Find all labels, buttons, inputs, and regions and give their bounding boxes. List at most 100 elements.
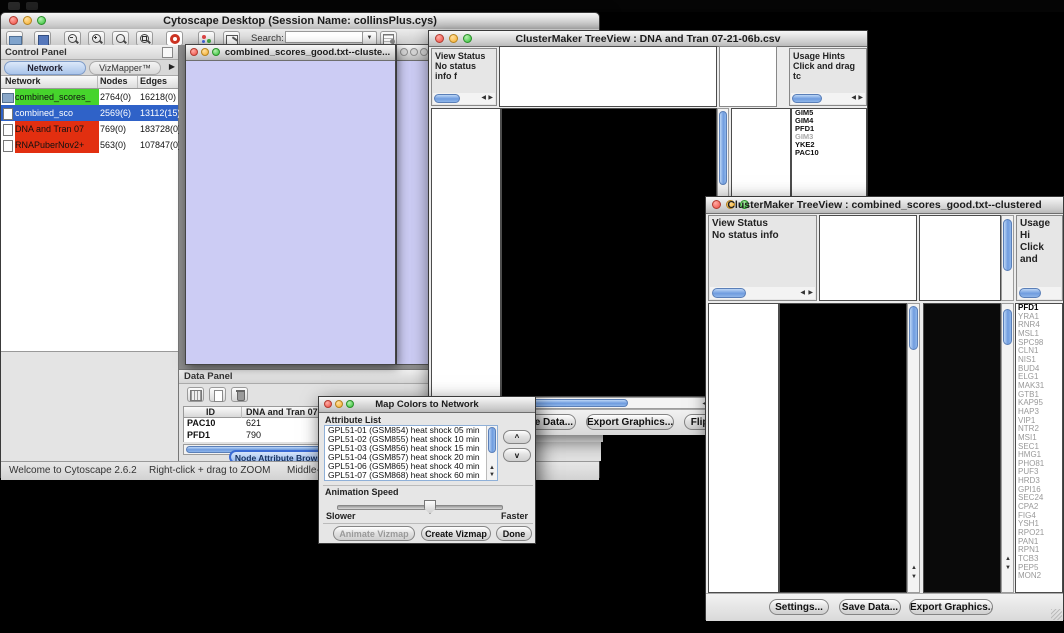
col-network[interactable]: Network xyxy=(5,76,41,86)
row-label[interactable]: PAC10 xyxy=(792,149,866,157)
dialog-title-bar[interactable]: Map Colors to Network xyxy=(319,397,535,413)
search-input[interactable] xyxy=(285,31,363,43)
treeview2-vscrollbar[interactable]: ▲▼ xyxy=(907,303,920,593)
zoom-window-icon[interactable] xyxy=(212,48,220,56)
attribute-list[interactable]: ▲▼ GPL51-01 (GSM854) heat shock 05 minGP… xyxy=(324,425,498,481)
treeview2-row-dendrogram[interactable] xyxy=(708,303,779,593)
network-row[interactable]: combined_scores_2764(0)16218(0) xyxy=(1,89,178,105)
slower-label: Slower xyxy=(326,511,356,521)
network-window[interactable]: combined_scores_good.txt--cluste... xyxy=(185,44,396,365)
folder-icon xyxy=(2,93,14,103)
node-count: 563(0) xyxy=(100,137,140,153)
attribute-item[interactable]: GPL51-07 (GSM868) heat shock 60 min xyxy=(325,471,497,480)
tab-network[interactable]: Network xyxy=(4,61,86,75)
treeview1-row-dendrogram[interactable] xyxy=(431,108,501,397)
treeview1-heatmap[interactable] xyxy=(501,108,717,397)
move-up-button[interactable]: ^ xyxy=(503,430,531,444)
doc-icon xyxy=(3,124,13,136)
delete-attribute-icon[interactable] xyxy=(231,387,248,402)
attribute-select-icon[interactable] xyxy=(187,387,204,402)
network-window-title-bar[interactable]: combined_scores_good.txt--cluste... xyxy=(186,45,395,61)
app-menu-icon[interactable] xyxy=(8,2,20,10)
treeview2-column-dendrogram[interactable] xyxy=(819,215,917,301)
window-title: Cytoscape Desktop (Session Name: collins… xyxy=(1,15,599,27)
edge-count: 16218(0) xyxy=(140,89,179,105)
treeview2-zoom-vscrollbar[interactable]: ▲▼ xyxy=(1001,303,1014,593)
slider-thumb[interactable] xyxy=(424,500,436,514)
search-label: Search: xyxy=(251,33,284,44)
treeview2-title-bar[interactable]: ClusterMaker TreeView : combined_scores_… xyxy=(706,197,1063,214)
move-down-button[interactable]: v xyxy=(503,448,531,462)
window-menu-icon[interactable] xyxy=(26,2,38,10)
save-icon[interactable] xyxy=(34,31,51,46)
edge-count: 183728(0) xyxy=(140,121,179,137)
network-window-title: combined_scores_good.txt--cluste... xyxy=(222,47,393,58)
close-icon[interactable] xyxy=(190,48,198,56)
network-name[interactable]: DNA and Tran 07 xyxy=(15,121,99,137)
done-button[interactable]: Done xyxy=(496,526,532,541)
float-panel-icon[interactable] xyxy=(162,47,173,58)
tab-vizmapper[interactable]: VizMapper™ xyxy=(89,61,161,75)
network-name[interactable]: RNAPuberNov2+ xyxy=(15,137,99,153)
similarity-matrix-canvas[interactable] xyxy=(733,150,783,200)
data-row-val[interactable]: 790 xyxy=(246,430,261,440)
animate-vizmap-button[interactable]: Animate Vizmap xyxy=(333,526,415,541)
gene-label[interactable]: MON2 xyxy=(1016,572,1062,581)
zoom-in-icon[interactable] xyxy=(88,31,105,46)
export-graphics-button[interactable]: Export Graphics... xyxy=(586,414,674,430)
view-status-hscrollbar[interactable]: ◀▶ xyxy=(433,93,495,104)
network-window-back[interactable] xyxy=(396,44,430,365)
zoom-fit-icon[interactable] xyxy=(136,31,153,46)
zoom-window-icon[interactable] xyxy=(420,48,428,56)
settings-button[interactable]: Settings... xyxy=(769,599,829,615)
zoom-selected-icon[interactable] xyxy=(112,31,129,46)
dense-network-canvas[interactable] xyxy=(397,110,429,353)
help-icon[interactable] xyxy=(166,31,183,46)
treeview1-title-bar[interactable]: ClusterMaker TreeView : DNA and Tran 07-… xyxy=(429,31,867,47)
treeview2-collabel-vscrollbar[interactable] xyxy=(1001,215,1014,301)
save-data-button[interactable]: Save Data... xyxy=(839,599,901,615)
animation-speed-slider[interactable] xyxy=(337,505,503,510)
treeview2-window: ClusterMaker TreeView : combined_scores_… xyxy=(705,196,1064,620)
dialog-title: Map Colors to Network xyxy=(319,399,535,410)
network-row[interactable]: DNA and Tran 07769(0)183728(0) xyxy=(1,121,178,137)
usage-hints-hscrollbar[interactable] xyxy=(1018,287,1061,299)
export-graphics-button[interactable]: Export Graphics... xyxy=(909,599,993,615)
minimize-icon[interactable] xyxy=(201,48,209,56)
zoom-out-icon[interactable] xyxy=(64,31,81,46)
menu-bar xyxy=(0,0,1064,12)
open-file-icon[interactable] xyxy=(6,31,23,46)
treeview2-column-labels[interactable] xyxy=(919,215,1001,301)
network-view-canvas[interactable] xyxy=(186,60,395,364)
cytoscape-title-bar[interactable]: Cytoscape Desktop (Session Name: collins… xyxy=(1,13,599,30)
view-status-hscrollbar[interactable]: ◀▶ xyxy=(710,287,815,299)
col-nodes[interactable]: Nodes xyxy=(100,76,128,86)
network-row[interactable]: RNAPuberNov2+563(0)107847(0) xyxy=(1,137,178,153)
tab-overflow-icon[interactable]: ▶ xyxy=(169,62,175,71)
create-vizmap-button[interactable]: Create Vizmap xyxy=(421,526,491,541)
faster-label: Faster xyxy=(501,511,528,521)
animation-speed-label: Animation Speed xyxy=(325,487,399,497)
close-icon[interactable] xyxy=(400,48,408,56)
treeview1-column-dendrogram[interactable] xyxy=(499,46,717,107)
network-name[interactable]: combined_scores_ xyxy=(15,89,99,105)
col-edges[interactable]: Edges xyxy=(140,76,167,86)
data-row-id[interactable]: PFD1 xyxy=(187,430,210,440)
new-attribute-icon[interactable] xyxy=(209,387,226,402)
data-row-val[interactable]: 621 xyxy=(246,418,261,428)
minimize-icon[interactable] xyxy=(410,48,418,56)
network-name[interactable]: combined_sco xyxy=(15,105,99,121)
resize-grip[interactable] xyxy=(1051,609,1062,620)
treeview2-zoom-heatmap[interactable] xyxy=(923,303,1001,593)
control-panel: Control Panel Network VizMapper™ ▶ Netwo… xyxy=(1,45,179,461)
treeview2-heatmap[interactable] xyxy=(779,303,907,593)
attribute-list-vscrollbar[interactable]: ▲▼ xyxy=(486,426,497,480)
network-row[interactable]: combined_sco2569(6)13112(15) xyxy=(1,105,178,121)
data-col-id[interactable]: ID xyxy=(206,407,215,417)
usage-hints-hscrollbar[interactable]: ◀▶ xyxy=(791,93,865,104)
data-row-id[interactable]: PAC10 xyxy=(187,418,215,428)
treeview2-gene-labels[interactable]: PFD1YRA1RNR4MSL1SPC98CLN1NIS1BUD4ELG1MAK… xyxy=(1015,303,1063,593)
status-zoom-hint: Right-click + drag to ZOOM xyxy=(149,465,270,476)
network-overview-canvas[interactable] xyxy=(4,351,176,461)
treeview1-column-labels[interactable] xyxy=(719,46,777,107)
